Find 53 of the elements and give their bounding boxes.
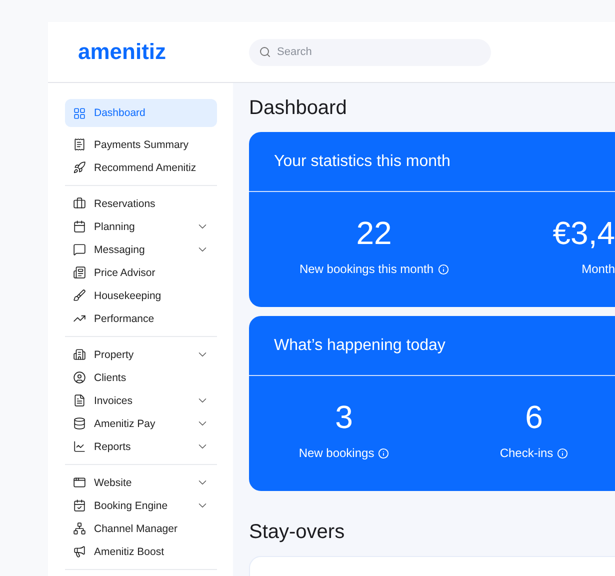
message-icon bbox=[73, 243, 86, 256]
info-icon[interactable] bbox=[557, 448, 568, 458]
sidebar-item[interactable]: Housekeeping bbox=[65, 284, 217, 307]
sidebar-item[interactable]: Invoices bbox=[65, 389, 217, 412]
sidebar-item[interactable]: Booking Engine bbox=[65, 494, 217, 517]
building-icon bbox=[73, 348, 86, 361]
info-icon[interactable] bbox=[378, 448, 390, 458]
sidebar-item[interactable]: Clients bbox=[65, 366, 217, 389]
stat-value: 3 bbox=[335, 399, 353, 436]
stat-label: New bookings this month bbox=[299, 262, 434, 276]
receipt-icon bbox=[73, 138, 86, 151]
sidebar-item[interactable]: Channel Manager bbox=[65, 517, 217, 540]
document-icon bbox=[73, 266, 86, 279]
invoice-icon bbox=[73, 394, 86, 407]
sidebar-item[interactable]: Planning bbox=[65, 215, 217, 238]
sidebar-item[interactable]: Payments Summary bbox=[65, 133, 217, 156]
page-title: Dashboard bbox=[249, 97, 348, 120]
calendar-icon bbox=[73, 220, 86, 233]
sidebar-item[interactable]: Reservations bbox=[65, 192, 217, 215]
megaphone-icon bbox=[73, 545, 86, 558]
user-circle-icon bbox=[73, 371, 86, 384]
sidebar-item[interactable]: Price Advisor bbox=[65, 261, 217, 284]
briefcase-icon bbox=[73, 197, 86, 210]
brush-icon bbox=[73, 289, 86, 302]
calendar-check-icon bbox=[73, 499, 86, 512]
grid-icon bbox=[73, 106, 86, 120]
info-icon[interactable] bbox=[438, 264, 449, 274]
stat-value: 6 bbox=[525, 399, 543, 436]
card-title: Your statistics this month bbox=[249, 132, 615, 192]
sidebar-item[interactable]: Website bbox=[65, 471, 217, 494]
search-field[interactable]: Search bbox=[249, 38, 491, 66]
chart-icon bbox=[73, 440, 86, 453]
sidebar-item[interactable]: Amenitiz Pay bbox=[65, 412, 217, 435]
stat-value: €3,4 bbox=[552, 215, 615, 252]
sidebar-item[interactable]: Reports bbox=[65, 435, 217, 458]
stat-label: New bookings bbox=[298, 446, 374, 460]
sidebar-item[interactable]: Dashboard bbox=[65, 99, 217, 127]
window-icon bbox=[73, 476, 86, 489]
search-icon bbox=[259, 46, 271, 58]
rocket-icon bbox=[73, 161, 86, 174]
sidebar-item[interactable]: Performance bbox=[65, 307, 217, 330]
sidebar-item[interactable]: Messaging bbox=[65, 238, 217, 261]
network-icon bbox=[73, 522, 86, 535]
section-title: Stay-overs bbox=[249, 521, 346, 544]
sidebar-item[interactable]: Recommend Amenitiz bbox=[65, 156, 217, 179]
logo: amenitiz bbox=[77, 39, 168, 65]
stat-value: 22 bbox=[356, 215, 392, 252]
stat-label: Month bbox=[582, 262, 615, 276]
card-title: What’s happening today bbox=[249, 316, 615, 376]
sidebar-item[interactable]: Property bbox=[65, 343, 217, 366]
stat-label: Check-ins bbox=[500, 446, 554, 460]
database-icon bbox=[73, 417, 86, 430]
sidebar-item[interactable]: Amenitiz Boost bbox=[65, 540, 217, 563]
